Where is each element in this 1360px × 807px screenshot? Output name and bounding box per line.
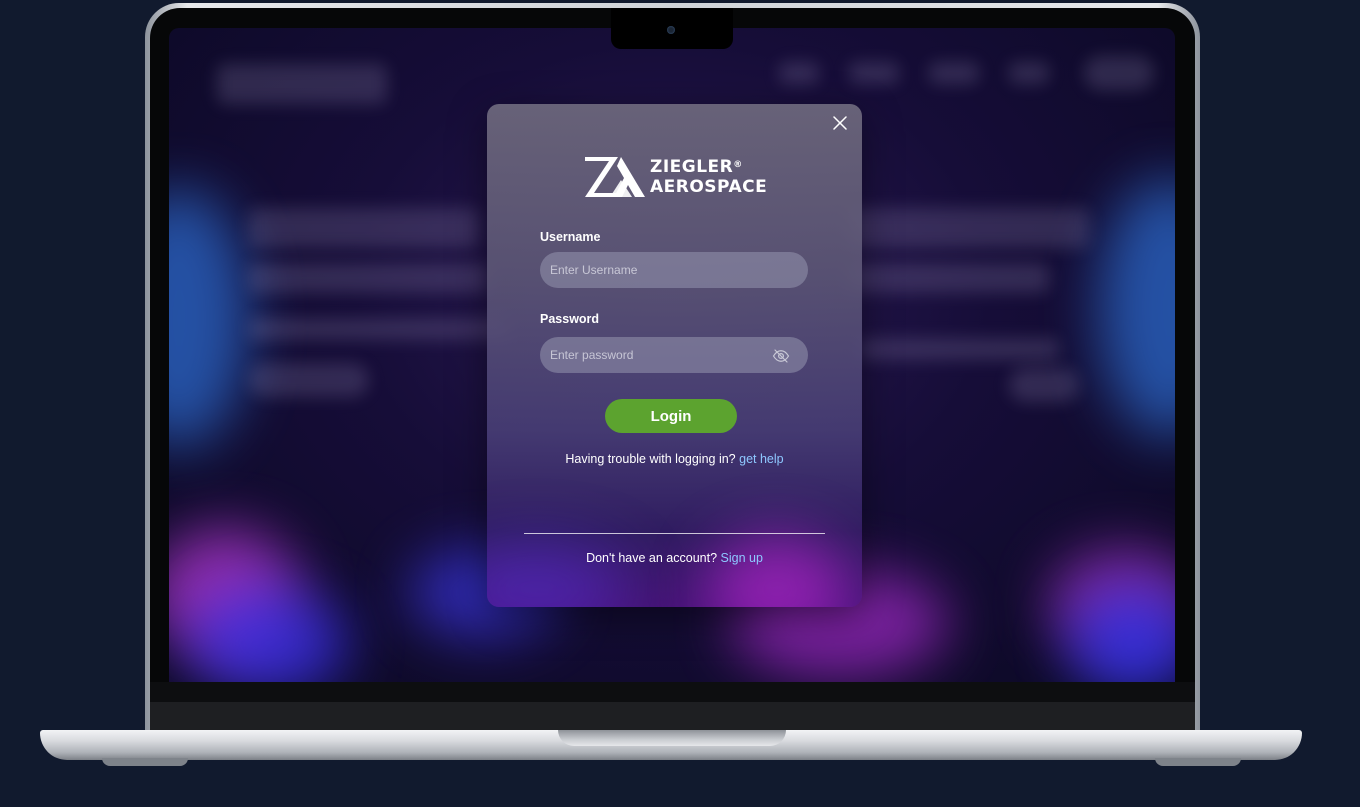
signup-prompt: Don't have an account? Sign up	[487, 551, 862, 565]
login-modal: ZIEGLER® AEROSPACE Username Password Log…	[487, 104, 862, 607]
eye-off-icon[interactable]	[772, 347, 790, 365]
logo-line-1: ZIEGLER	[650, 157, 734, 177]
blurred-heading	[849, 263, 1049, 293]
laptop-notch	[558, 730, 786, 746]
login-button[interactable]: Login	[605, 399, 737, 433]
background-glow	[1099, 178, 1175, 438]
laptop-foot	[1155, 758, 1241, 766]
username-label: Username	[540, 230, 601, 244]
blurred-nav	[849, 62, 899, 84]
blurred-button	[1009, 368, 1079, 402]
blurred-text	[859, 338, 1059, 360]
blurred-logo	[217, 64, 387, 104]
laptop-foot	[102, 758, 188, 766]
laptop-chin	[150, 682, 1195, 702]
blurred-heading	[249, 263, 489, 293]
laptop-hinge-area	[150, 702, 1195, 730]
blurred-nav	[779, 62, 819, 84]
blurred-text	[249, 318, 509, 340]
registered-mark: ®	[733, 160, 743, 170]
blurred-heading	[249, 208, 479, 248]
blurred-button	[249, 363, 369, 397]
blurred-nav	[929, 62, 979, 84]
blurred-nav	[1009, 62, 1049, 84]
close-icon	[833, 116, 847, 130]
modal-glow	[707, 534, 847, 607]
blurred-nav-button	[1084, 56, 1154, 90]
divider	[524, 533, 825, 534]
logo-wordmark: ZIEGLER® AEROSPACE	[650, 157, 767, 197]
close-button[interactable]	[830, 113, 850, 133]
logo-line-2: AEROSPACE	[650, 177, 768, 197]
camera-lens	[667, 26, 675, 34]
logo-mark-icon	[585, 157, 645, 197]
ziegler-aerospace-logo: ZIEGLER® AEROSPACE	[584, 156, 767, 198]
password-label: Password	[540, 312, 600, 326]
password-input[interactable]	[540, 337, 808, 373]
background-glow	[169, 188, 249, 448]
blurred-heading	[849, 208, 1089, 248]
background-glow	[189, 588, 349, 682]
stage: ZIEGLER® AEROSPACE Username Password Log…	[0, 0, 1360, 807]
get-help-link[interactable]: get help	[739, 452, 783, 466]
help-text: Having trouble with logging in?	[565, 452, 736, 466]
username-input[interactable]	[540, 252, 808, 288]
sign-up-link[interactable]: Sign up	[721, 551, 763, 565]
signup-text: Don't have an account?	[586, 551, 718, 565]
login-help: Having trouble with logging in? get help	[487, 452, 862, 466]
